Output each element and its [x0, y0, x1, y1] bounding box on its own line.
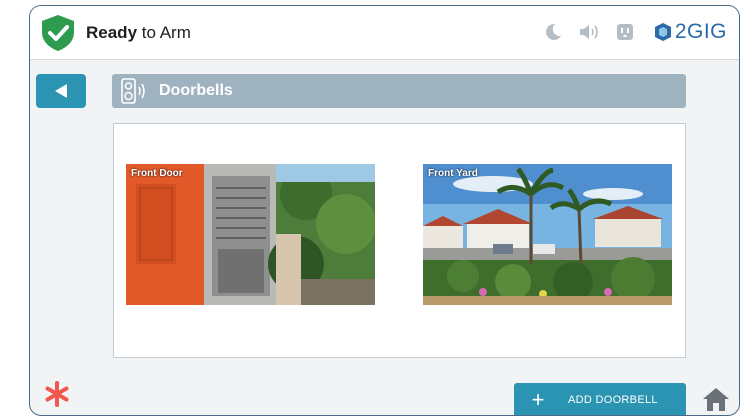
- moon-icon[interactable]: [542, 21, 564, 43]
- doorbell-icon: [121, 78, 145, 104]
- page-title-bar: Doorbells: [112, 74, 686, 108]
- doorbell-tile-front-yard[interactable]: Front Yard: [423, 164, 672, 305]
- doorbell-label: Front Yard: [428, 168, 478, 179]
- doorbell-tile-front-door[interactable]: Front Door: [126, 164, 375, 305]
- brand-logo: 2GIG: [654, 20, 727, 44]
- back-button[interactable]: [36, 74, 86, 108]
- shield-check-icon: [42, 15, 74, 51]
- brand-mark-icon: [654, 23, 671, 41]
- asterisk-icon[interactable]: [44, 381, 70, 407]
- doorbell-label: Front Door: [131, 168, 183, 179]
- speaker-icon[interactable]: [578, 21, 600, 43]
- brand-name: 2GIG: [674, 20, 727, 43]
- arm-status-text: Ready to Arm: [86, 23, 191, 43]
- back-arrow-icon: [55, 84, 67, 98]
- front-door-camera-image: [126, 164, 375, 305]
- status-bar: Ready to Arm 2GIG: [30, 6, 739, 60]
- front-yard-camera-image: [423, 164, 672, 305]
- doorbell-list: Front Door Front Yard: [113, 123, 686, 358]
- panel-frame: Ready to Arm 2GIG Doorbells Front Door F…: [29, 5, 740, 416]
- arm-status-bold: Ready: [86, 23, 138, 42]
- arm-status-rest: to Arm: [137, 23, 191, 42]
- add-doorbell-label: ADD DOORBELL: [568, 394, 658, 406]
- plus-icon: +: [531, 387, 545, 412]
- add-doorbell-button[interactable]: + ADD DOORBELL: [514, 383, 686, 415]
- outlet-icon[interactable]: [614, 21, 636, 43]
- status-icons: 2GIG: [528, 20, 727, 44]
- page-title: Doorbells: [159, 82, 233, 99]
- home-icon[interactable]: [702, 386, 730, 412]
